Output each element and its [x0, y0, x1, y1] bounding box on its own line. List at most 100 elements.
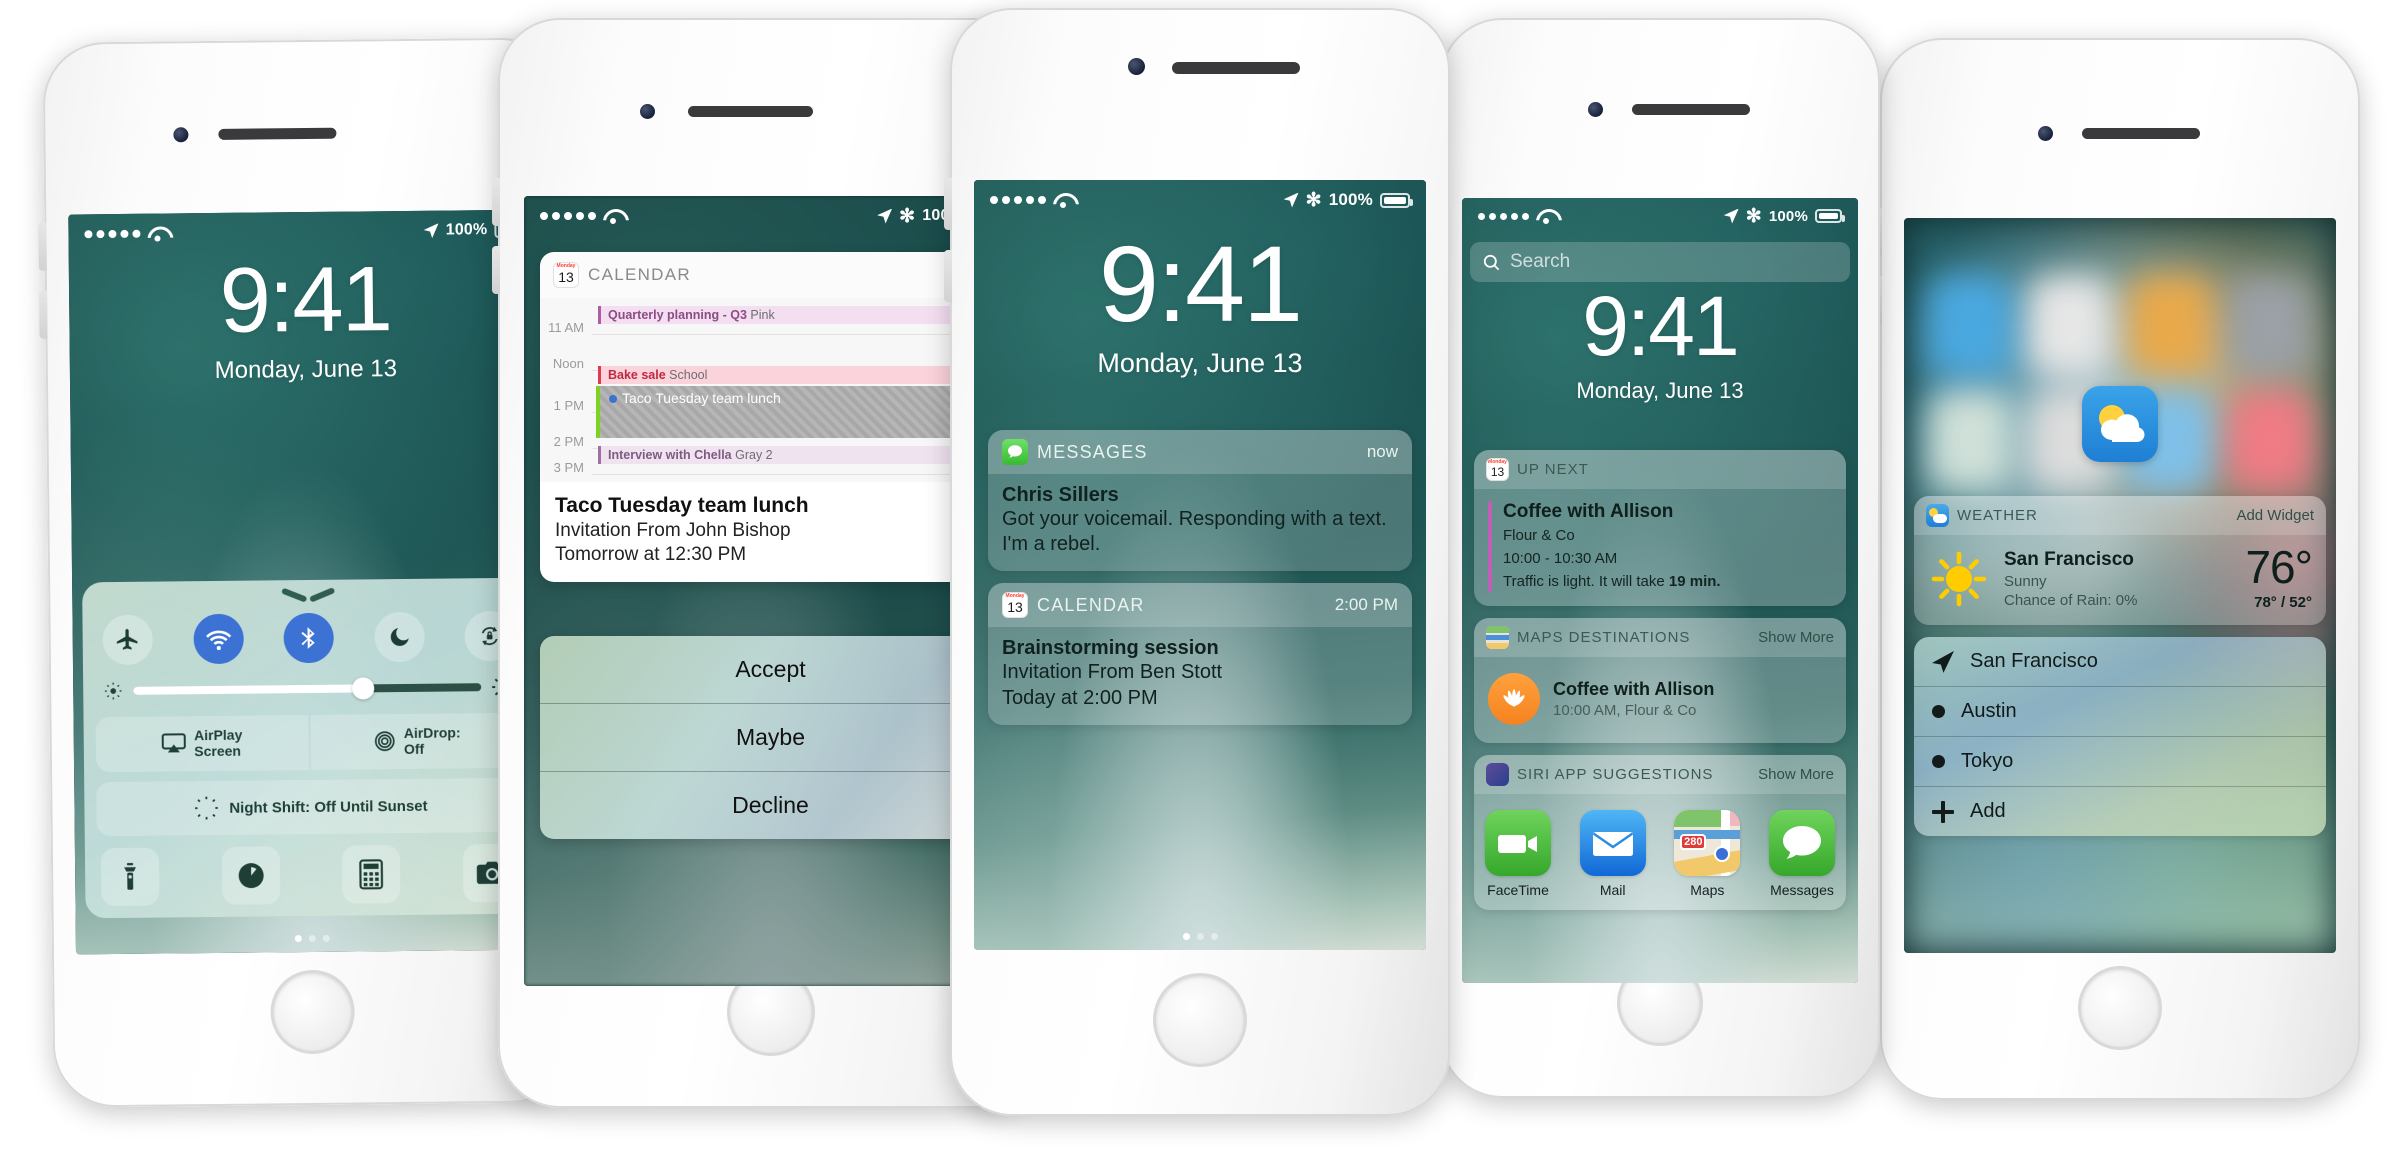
- app-mail[interactable]: Mail: [1579, 810, 1647, 898]
- volume-up-button[interactable]: [38, 222, 47, 271]
- city-row-tokyo[interactable]: Tokyo: [1914, 737, 2326, 788]
- widget-header: SIRI APP SUGGESTIONS Show More: [1474, 755, 1846, 795]
- app-label: FaceTime: [1487, 882, 1549, 899]
- event-title: Taco Tuesday team lunch: [555, 494, 809, 517]
- maps-route-badge: 280: [1680, 834, 1707, 851]
- notification-body: Chris Sillers Got your voicemail. Respon…: [988, 474, 1412, 572]
- brightness-slider-knob[interactable]: [351, 677, 375, 700]
- decline-button[interactable]: Decline: [540, 772, 1001, 839]
- sun-icon: [1931, 551, 1987, 607]
- moon-icon: [390, 628, 409, 646]
- wifi-icon: [1053, 193, 1073, 208]
- weather-city-list: San Francisco Austin Tokyo Add: [1914, 637, 2326, 837]
- calendar-icon-day: 13: [558, 269, 574, 285]
- volume-up-button-3[interactable]: [944, 178, 952, 230]
- front-camera-icon: [1588, 102, 1603, 117]
- volume-up-button-2[interactable]: [492, 178, 500, 226]
- sensor-array-1: [43, 95, 564, 170]
- city-row-add[interactable]: Add: [1914, 787, 2326, 836]
- control-center-panel[interactable]: AirPlay Screen AirDrop: Off Night Shift: O…: [82, 577, 538, 919]
- flashlight-button[interactable]: [100, 847, 160, 907]
- page-indicator-3: [974, 933, 1426, 940]
- lock-time: 9:41: [1098, 223, 1303, 344]
- home-button[interactable]: [270, 969, 356, 1055]
- agenda-hour: 2 PM: [553, 434, 584, 449]
- wifi-icon: [603, 209, 623, 224]
- search-input[interactable]: Search: [1470, 242, 1850, 282]
- wifi-icon: [205, 630, 231, 651]
- bluetooth-toggle[interactable]: [283, 612, 334, 664]
- show-more-button[interactable]: Show More: [1758, 766, 1834, 783]
- weather-condition: Sunny: [2004, 573, 2047, 591]
- night-shift-button[interactable]: Night Shift: Off Until Sunset: [96, 777, 525, 837]
- wifi-icon: [147, 226, 167, 241]
- widget-body: San Francisco Sunny Chance of Rain: 0% 7…: [1914, 535, 2326, 626]
- home-button[interactable]: [2078, 966, 2162, 1050]
- notification-message: Got your voicemail. Responding with a te…: [1002, 508, 1387, 556]
- widget-weather[interactable]: WEATHER Add Widget San Francisco Sunny C…: [1914, 496, 2326, 626]
- notification-calendar[interactable]: Monday 13 CALENDAR 2:00 PM Brainstorming…: [988, 583, 1412, 725]
- agenda-event[interactable]: Interview with Chella Gray 2: [598, 446, 1001, 464]
- app-messages[interactable]: Messages: [1768, 810, 1836, 898]
- add-widget-button[interactable]: Add Widget: [2236, 507, 2314, 524]
- widget-maps-destinations[interactable]: MAPS DESTINATIONS Show More Coffee with …: [1474, 618, 1846, 744]
- agenda-event[interactable]: Bake sale School: [598, 366, 1001, 384]
- destination-title: Coffee with Allison: [1553, 679, 1715, 700]
- home-button[interactable]: [1153, 973, 1247, 1067]
- notification-messages[interactable]: MESSAGES now Chris Sillers Got your voic…: [988, 430, 1412, 572]
- screen-5: WEATHER Add Widget San Francisco Sunny C…: [1904, 218, 2336, 953]
- messages-icon: [1002, 439, 1028, 465]
- control-center-grabber[interactable]: [286, 592, 330, 601]
- airdrop-button[interactable]: AirDrop: Off: [310, 712, 525, 770]
- event-title: Coffee with Allison: [1503, 501, 1674, 522]
- carrier-signal-icon: [990, 196, 1046, 204]
- notification-list: MESSAGES now Chris Sillers Got your voic…: [988, 430, 1412, 737]
- sensor-array-5: [1880, 98, 2360, 168]
- calculator-icon: [359, 859, 384, 890]
- notification-when: Today at 2:00 PM: [1002, 686, 1158, 709]
- screen-1: 100% 9:41 Monday, June 13 AirPlay Screen…: [68, 209, 548, 955]
- volume-down-button-3[interactable]: [944, 250, 952, 302]
- widget-title: UP NEXT: [1517, 461, 1589, 478]
- city-row-san-francisco[interactable]: San Francisco: [1914, 637, 2326, 688]
- calendar-notification-card[interactable]: Monday 13 CALENDAR 11 AM Noon 1 PM 2 PM …: [540, 252, 1001, 582]
- agenda-hour: 11 AM: [548, 320, 584, 335]
- app-label: Messages: [1770, 882, 1834, 899]
- do-not-disturb-toggle[interactable]: [373, 611, 425, 663]
- agenda-event-selected[interactable]: Taco Tuesday team lunch: [596, 386, 1001, 438]
- screen-3: ✻ 100% 9:41 Monday, June 13 MESSAGES now…: [974, 180, 1426, 950]
- calculator-button[interactable]: [342, 845, 401, 904]
- city-row-austin[interactable]: Austin: [1914, 687, 2326, 738]
- app-facetime[interactable]: FaceTime: [1484, 810, 1552, 898]
- widget-up-next[interactable]: Monday 13 UP NEXT Coffee with Allison Fl…: [1474, 450, 1846, 607]
- event-invitation: Invitation From John Bishop: [555, 520, 791, 541]
- timer-button[interactable]: [221, 846, 281, 905]
- show-more-button[interactable]: Show More: [1758, 629, 1834, 646]
- bluetooth-icon: ✻: [1305, 189, 1322, 211]
- brightness-slider[interactable]: [133, 677, 482, 700]
- destination-row[interactable]: Coffee with Allison 10:00 AM, Flour & Co: [1488, 669, 1832, 729]
- agenda-event[interactable]: Quarterly planning - Q3 Pink: [598, 306, 1001, 324]
- maybe-button[interactable]: Maybe: [540, 704, 1001, 772]
- weather-widget-stack: WEATHER Add Widget San Francisco Sunny C…: [1914, 496, 2326, 837]
- calendar-icon: Monday 13: [1486, 458, 1509, 481]
- wifi-toggle[interactable]: [192, 613, 244, 665]
- airplane-mode-toggle[interactable]: [102, 614, 153, 666]
- lock-clock-1: 9:41 Monday, June 13: [69, 248, 542, 387]
- event-traffic: Traffic is light. It will take 19 min.: [1503, 572, 1721, 592]
- notification-header: Monday 13 CALENDAR: [540, 252, 1001, 298]
- widget-siri-app-suggestions[interactable]: SIRI APP SUGGESTIONS Show More FaceTime: [1474, 755, 1846, 911]
- night-shift-icon: [194, 796, 218, 820]
- brightness-slider-row[interactable]: [95, 661, 524, 715]
- weather-high-low: 78° / 52°: [2254, 594, 2312, 612]
- accept-button[interactable]: Accept: [540, 636, 1001, 704]
- bluetooth-icon: ✻: [1745, 205, 1762, 227]
- airplay-button[interactable]: AirPlay Screen: [95, 714, 310, 773]
- front-camera-icon: [1128, 58, 1145, 75]
- wifi-icon: [1536, 209, 1556, 224]
- app-maps[interactable]: 280 Maps: [1673, 810, 1741, 898]
- volume-down-button[interactable]: [39, 290, 48, 339]
- volume-down-button-2[interactable]: [492, 246, 500, 294]
- weather-app-icon[interactable]: [2082, 386, 2158, 462]
- carrier-signal-icon: [540, 212, 596, 220]
